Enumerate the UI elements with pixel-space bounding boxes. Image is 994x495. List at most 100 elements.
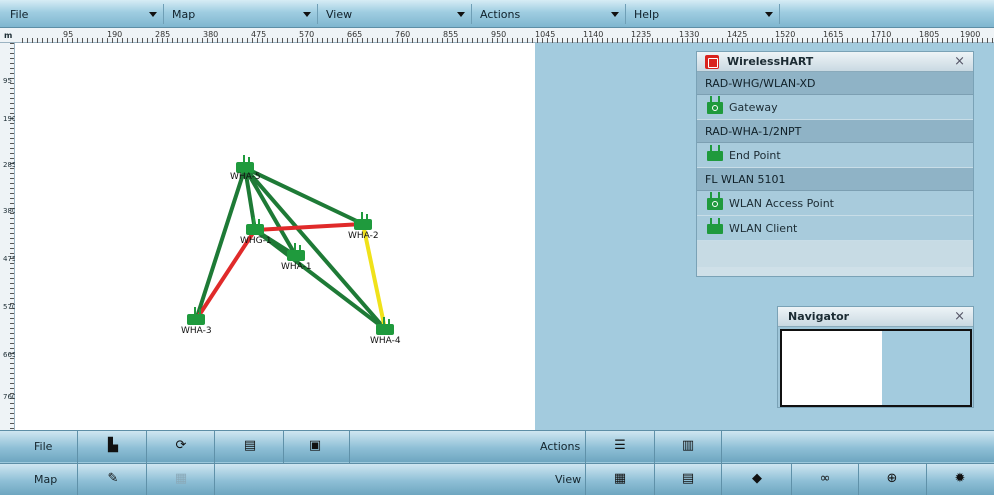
- wirelesshart-logo-icon: [705, 55, 719, 69]
- access-point-icon: [707, 192, 723, 210]
- ruler-tick: 1710: [871, 30, 892, 39]
- navigator-title: Navigator: [788, 310, 850, 323]
- group-header[interactable]: RAD-WHG/WLAN-XD: [697, 72, 973, 95]
- node-label: WHA-3: [181, 326, 212, 336]
- ruler-tick: 570: [3, 303, 16, 311]
- menu-file-label: File: [10, 8, 29, 21]
- panel-footer: [697, 241, 973, 267]
- ruler-tick: 380: [3, 207, 16, 215]
- menu-file[interactable]: File: [4, 4, 164, 24]
- ruler-tick: 1900: [960, 30, 981, 39]
- menu-help-label: Help: [634, 8, 660, 21]
- device-wha-4[interactable]: [376, 317, 394, 335]
- group-header[interactable]: FL WLAN 5101: [697, 168, 973, 191]
- menu-actions-label: Actions: [480, 8, 521, 21]
- new-map-icon[interactable]: ▙: [106, 439, 120, 453]
- ruler-tick: 285: [3, 161, 16, 169]
- link-wha5-wha4[interactable]: [243, 166, 387, 331]
- settings-icon[interactable]: ✹: [953, 472, 967, 486]
- node-label: WHA-1: [281, 262, 312, 272]
- ruler-tick: 570: [299, 30, 315, 39]
- divider: [721, 431, 722, 463]
- network-links: [194, 166, 387, 331]
- palette-item-label: WLAN Client: [729, 222, 798, 235]
- device-list-icon[interactable]: ☰: [613, 439, 627, 453]
- divider: [654, 431, 655, 463]
- menu-map-label: Map: [172, 8, 196, 21]
- ruler-tick: 475: [251, 30, 267, 39]
- menu-view[interactable]: View: [320, 4, 472, 24]
- node-label: WHA-2: [348, 231, 379, 241]
- edit-map-icon[interactable]: ✎: [106, 472, 120, 486]
- ruler-tick: 1235: [631, 30, 652, 39]
- save-as-icon[interactable]: ▣: [308, 439, 322, 453]
- ruler-tick: 760: [395, 30, 411, 39]
- list-view-icon[interactable]: ▤: [681, 472, 695, 486]
- navigator-viewport[interactable]: [782, 331, 882, 405]
- grid-icon[interactable]: ▦: [613, 472, 627, 486]
- gateway-icon: [707, 96, 723, 114]
- link-icon[interactable]: ∞: [818, 472, 832, 486]
- vertical-ruler: 95 190 285 380 475 570 665 760: [0, 43, 16, 430]
- menu-help[interactable]: Help: [628, 4, 780, 24]
- ruler-unit: m: [4, 31, 13, 40]
- link-whg1-wha2[interactable]: [253, 222, 365, 232]
- tag-icon[interactable]: ◆: [750, 472, 764, 486]
- close-icon[interactable]: ×: [954, 309, 965, 324]
- ruler-marks: [10, 43, 14, 430]
- menu-map[interactable]: Map: [166, 4, 318, 24]
- wirelesshart-panel: WirelessHART × RAD-WHG/WLAN-XD Gateway R…: [696, 51, 974, 277]
- divider: [214, 431, 215, 463]
- chevron-down-icon: [765, 12, 773, 17]
- ruler-tick: 380: [203, 30, 219, 39]
- divider: [77, 431, 78, 463]
- chevron-down-icon: [303, 12, 311, 17]
- report-icon[interactable]: ▥: [681, 439, 695, 453]
- group-header[interactable]: RAD-WHA-1/2NPT: [697, 120, 973, 143]
- panel-title: WirelessHART: [727, 55, 814, 68]
- ruler-tick: 475: [3, 255, 16, 263]
- map-canvas[interactable]: WHA-5 WHG-1 WHA-1 WHA-2 WHA-3 WHA-4: [15, 43, 535, 430]
- divider: [283, 431, 284, 463]
- device-whg-1[interactable]: [246, 217, 264, 235]
- palette-item-wlan-access-point[interactable]: WLAN Access Point: [697, 191, 973, 216]
- device-wha-3[interactable]: [187, 307, 205, 325]
- ruler-tick: 1805: [919, 30, 940, 39]
- divider: [721, 464, 722, 495]
- panel-header[interactable]: WirelessHART ×: [697, 52, 973, 72]
- navigator-panel: Navigator ×: [777, 306, 974, 408]
- save-icon[interactable]: ▤: [243, 439, 257, 453]
- device-wha-1[interactable]: [287, 243, 305, 261]
- divider: [858, 464, 859, 495]
- divider: [349, 431, 350, 463]
- divider: [791, 464, 792, 495]
- palette-item-gateway[interactable]: Gateway: [697, 95, 973, 120]
- ruler-tick: 855: [443, 30, 459, 39]
- chevron-down-icon: [149, 12, 157, 17]
- palette-item-label: End Point: [729, 149, 781, 162]
- ruler-tick: 190: [107, 30, 123, 39]
- refresh-icon[interactable]: ⟳: [174, 439, 188, 453]
- device-wha-2[interactable]: [354, 212, 372, 230]
- palette-item-end-point[interactable]: End Point: [697, 143, 973, 168]
- zoom-in-icon[interactable]: ⊕: [885, 472, 899, 486]
- chevron-down-icon: [457, 12, 465, 17]
- ruler-tick: 1330: [679, 30, 700, 39]
- ruler-tick: 665: [3, 351, 16, 359]
- map-view-toolbar: Map ✎ ▦ View ▦ ▤ ◆ ∞ ⊕ ✹: [0, 463, 994, 495]
- divider: [214, 464, 215, 495]
- node-label: WHA-5: [230, 172, 261, 182]
- node-label: WHG-1: [240, 236, 272, 246]
- palette-item-wlan-client[interactable]: WLAN Client: [697, 216, 973, 241]
- link-wha5-wha3[interactable]: [194, 166, 247, 322]
- menu-actions[interactable]: Actions: [474, 4, 626, 24]
- close-icon[interactable]: ×: [954, 54, 965, 69]
- divider: [146, 431, 147, 463]
- navigator-minimap[interactable]: [780, 329, 972, 407]
- menu-view-label: View: [326, 8, 353, 21]
- navigator-header[interactable]: Navigator ×: [778, 307, 973, 327]
- map-properties-icon[interactable]: ▦: [174, 472, 188, 486]
- wlan-client-icon: [707, 218, 723, 234]
- ruler-tick: 950: [491, 30, 507, 39]
- toolbar-actions-label: Actions: [540, 440, 581, 453]
